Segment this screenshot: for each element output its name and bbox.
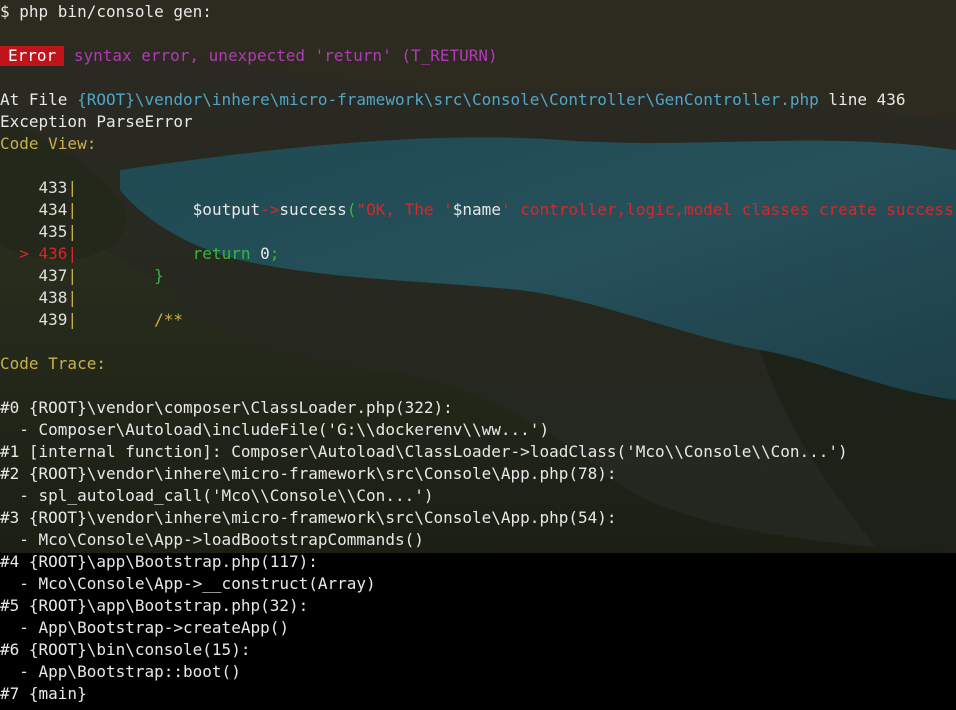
code-token: $output <box>192 200 261 219</box>
trace-line: #5 {ROOT}\app\Bootstrap.php(32): <box>0 596 309 615</box>
code-token: -> <box>260 200 280 219</box>
error-badge: Error <box>0 46 65 66</box>
code-view-label: Code View: <box>0 134 97 153</box>
line-number: 438 <box>38 288 68 307</box>
trace-line: #7 {main} <box>0 684 87 703</box>
code-line: 433| <box>0 177 116 199</box>
code-line: 437| } <box>0 265 164 287</box>
current-line-marker <box>0 288 39 307</box>
code-token: "OK, The ' <box>356 200 453 219</box>
current-line-marker <box>0 266 39 285</box>
code-token: success <box>279 200 347 219</box>
current-line-marker <box>0 222 39 241</box>
line-number: 435 <box>38 222 68 241</box>
trace-line: - App\Bootstrap::boot() <box>0 662 241 681</box>
file-path: {ROOT}\vendor\inhere\micro-framework\src… <box>77 90 819 109</box>
code-line: 439| /** <box>0 309 184 331</box>
gutter-separator: | <box>67 200 78 219</box>
trace-line: - spl_autoload_call('Mco\\Console\\Con..… <box>0 486 434 505</box>
code-trace-label: Code Trace: <box>0 354 106 373</box>
current-line-marker: > <box>0 244 39 263</box>
code-token: /** <box>154 310 184 329</box>
line-number: 436 <box>38 244 68 263</box>
gutter-separator: | <box>67 222 78 241</box>
command-prompt: $ php bin/console gen: <box>0 2 212 21</box>
code-line: 434| $output->success("OK, The '$name' c… <box>0 199 954 221</box>
code-line: > 436| return 0; <box>0 243 279 265</box>
trace-line: - App\Bootstrap->createApp() <box>0 618 289 637</box>
error-line: Error syntax error, unexpected 'return' … <box>0 45 498 67</box>
file-location-line: At File {ROOT}\vendor\inhere\micro-frame… <box>0 89 906 111</box>
code-token: $name <box>452 200 501 219</box>
code-token: ; <box>269 244 280 263</box>
trace-line: #6 {ROOT}\bin\console(15): <box>0 640 251 659</box>
exception-type: Exception ParseError <box>0 112 193 131</box>
code-token: } <box>154 266 164 285</box>
code-token: ( <box>346 200 357 219</box>
current-line-marker <box>0 310 39 329</box>
file-location-prefix: At File <box>0 90 78 109</box>
trace-line: - Mco\Console\App->__construct(Array) <box>0 574 376 593</box>
current-line-marker <box>0 200 39 219</box>
terminal-window[interactable]: $ php bin/console gen: Error syntax erro… <box>0 0 956 710</box>
line-number: 439 <box>38 310 68 329</box>
code-line: 438| <box>0 287 116 309</box>
line-number: 433 <box>38 178 68 197</box>
trace-line: - Composer\Autoload\includeFile('G:\\doc… <box>0 420 550 439</box>
file-line-number: line 436 <box>818 90 906 109</box>
current-line-marker <box>0 178 39 197</box>
trace-line: - Mco\Console\App->loadBootstrapCommands… <box>0 530 424 549</box>
trace-line: #0 {ROOT}\vendor\composer\ClassLoader.ph… <box>0 398 453 417</box>
trace-line: #2 {ROOT}\vendor\inhere\micro-framework\… <box>0 464 617 483</box>
code-token: 0 <box>260 244 270 263</box>
code-token: return <box>192 244 261 263</box>
gutter-separator: | <box>67 266 78 285</box>
gutter-separator: | <box>67 178 78 197</box>
trace-line: #4 {ROOT}\app\Bootstrap.php(117): <box>0 552 318 571</box>
line-number: 437 <box>38 266 68 285</box>
code-token: ' controller,logic,model classes create … <box>500 200 954 219</box>
code-line: 435| <box>0 221 116 243</box>
trace-line: #3 {ROOT}\vendor\inhere\micro-framework\… <box>0 508 617 527</box>
gutter-separator: | <box>67 288 78 307</box>
terminal-output: $ php bin/console gen: Error syntax erro… <box>0 0 956 710</box>
line-number: 434 <box>38 200 68 219</box>
trace-line: #1 [internal function]: Composer\Autoloa… <box>0 442 848 461</box>
error-message: syntax error, unexpected 'return' (T_RET… <box>73 46 498 65</box>
gutter-separator: | <box>67 310 78 329</box>
gutter-separator: | <box>67 244 78 263</box>
